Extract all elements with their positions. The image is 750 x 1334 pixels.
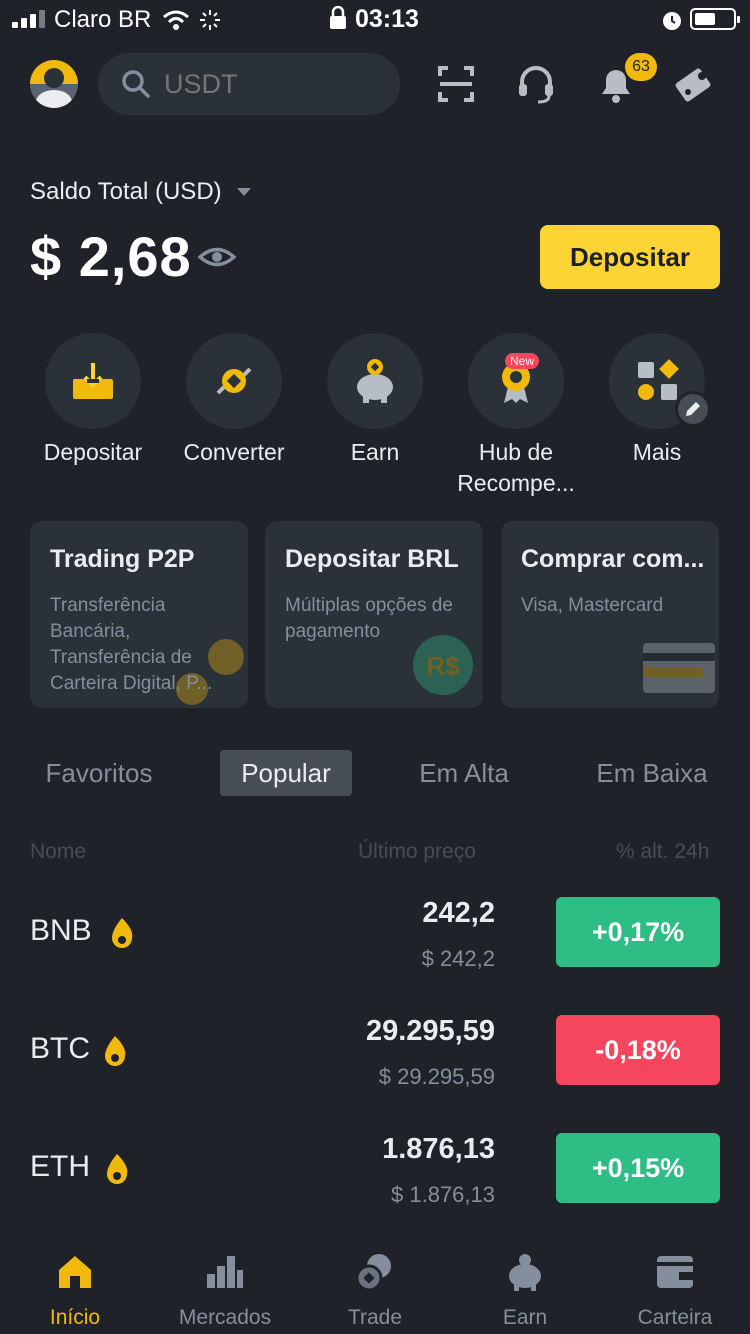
status-bar: Claro BR 03:13	[0, 0, 750, 40]
promo-card-deposit-brl[interactable]: R$ Depositar BRL Múltiplas opções de pag…	[265, 521, 483, 708]
nav-trade[interactable]: Trade	[300, 1240, 450, 1334]
nav-home[interactable]: Início	[0, 1240, 150, 1334]
fiat-price: $ 1.876,13	[391, 1182, 495, 1207]
edit-pencil-icon[interactable]	[675, 391, 711, 427]
nav-markets[interactable]: Mercados	[150, 1240, 300, 1334]
bottom-nav: Início Mercados Trade Earn Carteira	[0, 1240, 750, 1334]
promo-card-subtitle: Múltiplas opções de pagamento	[285, 595, 453, 642]
nav-label: Earn	[502, 1306, 548, 1329]
quick-action-label: Earn	[350, 439, 400, 465]
loading-spinner-icon	[200, 10, 220, 30]
nav-label: Mercados	[178, 1306, 272, 1329]
deposit-button[interactable]: Depositar	[540, 225, 720, 289]
coin-symbol: ETH	[30, 1150, 90, 1183]
notification-badge: 63	[625, 53, 657, 81]
tab-popular[interactable]: Popular	[220, 750, 352, 796]
change-badge[interactable]: -0,18%	[556, 1015, 720, 1085]
column-header-price[interactable]: Último preço	[358, 840, 476, 864]
cellular-signal-icon	[12, 10, 48, 28]
currency-dropdown-icon[interactable]	[237, 188, 251, 196]
nav-earn[interactable]: Earn	[450, 1240, 600, 1334]
promo-card-title: Depositar BRL	[285, 545, 459, 573]
credit-card-icon	[643, 643, 715, 693]
wallet-icon	[657, 1256, 693, 1288]
nav-label: Trade	[347, 1306, 403, 1329]
quick-action-label: Converter	[183, 439, 285, 465]
last-price: 29.295,59	[365, 1015, 495, 1047]
nav-label: Início	[49, 1306, 101, 1329]
last-price: 242,2	[422, 897, 495, 929]
nav-wallet[interactable]: Carteira	[600, 1240, 750, 1334]
quick-action-label: Mais	[632, 439, 682, 465]
promo-card-buy-card[interactable]: Comprar com... Visa, Mastercard	[501, 521, 719, 708]
change-badge[interactable]: +0,15%	[556, 1133, 720, 1203]
avatar[interactable]	[30, 60, 78, 108]
hot-flame-icon	[105, 1036, 126, 1066]
search-icon	[122, 70, 150, 98]
deposit-icon	[73, 363, 113, 399]
headset-support-icon[interactable]	[514, 62, 558, 106]
tab-favorites[interactable]: Favoritos	[30, 750, 168, 796]
eye-icon[interactable]	[198, 240, 236, 274]
new-tag: New	[505, 353, 540, 369]
search-bar[interactable]	[98, 53, 400, 115]
convert-icon	[216, 367, 252, 395]
quick-action-earn[interactable]: Earn	[305, 333, 445, 468]
quick-action-more[interactable]: Mais	[587, 333, 727, 468]
promo-card-subtitle: Transferência Bancária, Transferência de…	[50, 595, 213, 694]
carrier-name: Claro BR	[54, 6, 152, 33]
bar-chart-icon	[207, 1256, 243, 1288]
piggy-bank-icon	[509, 1254, 541, 1291]
tab-trending-up[interactable]: Em Alta	[404, 750, 524, 796]
more-apps-icon	[638, 359, 679, 400]
last-price: 1.876,13	[382, 1133, 495, 1165]
promo-card-subtitle: Visa, Mastercard	[521, 595, 664, 616]
coin-symbol: BTC	[30, 1032, 90, 1065]
trade-coins-icon	[355, 1254, 391, 1292]
status-time: 03:13	[355, 5, 419, 33]
referral-ticket-icon[interactable]	[674, 62, 718, 106]
home-icon	[59, 1256, 91, 1288]
quick-action-convert[interactable]: Converter	[164, 333, 304, 468]
quick-action-label: Depositar	[43, 439, 143, 465]
battery-icon	[690, 8, 740, 30]
hot-flame-icon	[107, 1154, 128, 1184]
svg-text:R$: R$	[426, 651, 460, 681]
scan-qr-icon[interactable]	[434, 62, 478, 106]
hot-flame-icon	[112, 918, 133, 948]
promo-card-p2p[interactable]: Trading P2P Transferência Bancária, Tran…	[30, 521, 248, 708]
column-header-name[interactable]: Nome	[30, 840, 86, 864]
nav-label: Carteira	[637, 1306, 713, 1329]
change-badge[interactable]: +0,17%	[556, 897, 720, 967]
promo-card-title: Comprar com...	[521, 545, 705, 573]
lock-icon	[330, 6, 346, 29]
tab-trending-down[interactable]: Em Baixa	[580, 750, 724, 796]
column-header-change[interactable]: % alt. 24h	[616, 840, 709, 864]
alarm-clock-icon	[663, 12, 681, 30]
quick-action-label: Hub de Recompe...	[457, 439, 575, 496]
promo-card-title: Trading P2P	[50, 545, 195, 573]
search-input[interactable]	[164, 65, 384, 103]
wifi-icon	[163, 10, 189, 30]
balance-value: $ 2,68	[30, 225, 192, 288]
fiat-price: $ 29.295,59	[378, 1064, 495, 1089]
balance-label: Saldo Total (USD)	[30, 178, 222, 205]
fiat-price: $ 242,2	[421, 946, 495, 971]
coin-symbol: BNB	[30, 914, 92, 947]
quick-action-deposit[interactable]: Depositar	[23, 333, 163, 468]
piggy-bank-icon	[357, 359, 393, 403]
quick-action-rewards-hub[interactable]: New Hub de Recompe...	[446, 333, 586, 499]
